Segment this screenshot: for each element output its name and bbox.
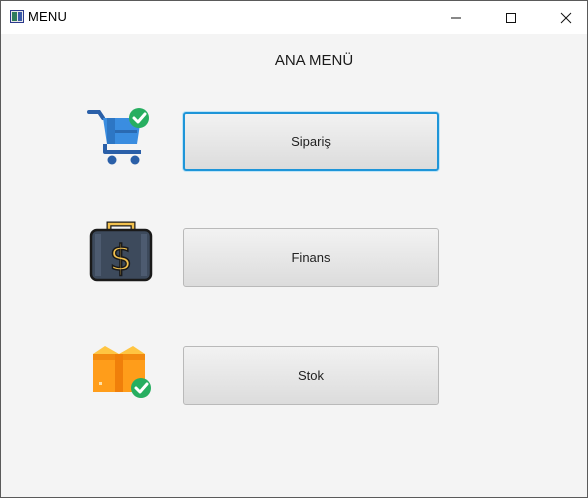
maximize-button[interactable] [488, 1, 534, 34]
title-bar[interactable]: MENU [1, 1, 587, 34]
maximize-icon [506, 12, 516, 23]
siparis-button-label: Sipariş [291, 134, 331, 149]
stok-button-label: Stok [297, 368, 324, 383]
box-check-icon [93, 346, 151, 398]
page-title: ANA MENÜ [274, 52, 354, 69]
finans-button-label: Finans [291, 250, 331, 265]
money-briefcase-icon: $ [89, 221, 153, 282]
svg-text:$: $ [110, 238, 133, 279]
main-content: ANA MENÜ Sipariş $ Finans Stok [1, 34, 587, 497]
app-icon [10, 10, 24, 23]
finans-button[interactable]: Finans [183, 228, 439, 287]
window-title: MENU [28, 9, 68, 24]
minimize-icon [451, 17, 461, 18]
app-window: MENU ANA MENÜ Sipariş $ Finans Stok [0, 0, 588, 498]
stok-button[interactable]: Stok [183, 346, 439, 405]
close-button[interactable] [544, 1, 587, 34]
minimize-button[interactable] [433, 1, 479, 34]
close-icon [560, 12, 571, 23]
shopping-cart-check-icon [87, 108, 149, 165]
siparis-button[interactable]: Sipariş [183, 112, 439, 171]
